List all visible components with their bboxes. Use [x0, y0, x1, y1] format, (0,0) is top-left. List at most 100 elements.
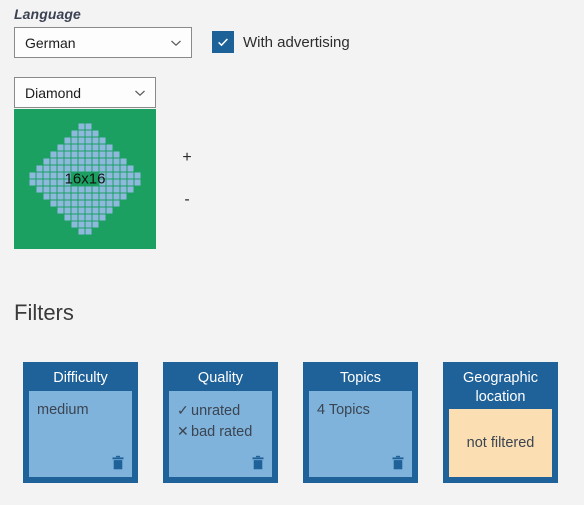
- pixel-cell[interactable]: [71, 207, 78, 214]
- pixel-cell[interactable]: [85, 221, 92, 228]
- pixel-cell[interactable]: [43, 214, 50, 221]
- pixel-cell[interactable]: [113, 179, 120, 186]
- pixel-cell[interactable]: [78, 207, 85, 214]
- pixel-cell[interactable]: [57, 137, 64, 144]
- pixel-cell[interactable]: [113, 144, 120, 151]
- pixel-cell[interactable]: [29, 200, 36, 207]
- pixel-cell[interactable]: [92, 214, 99, 221]
- pixel-cell[interactable]: [99, 130, 106, 137]
- pixel-cell[interactable]: [120, 200, 127, 207]
- pixel-cell[interactable]: [43, 172, 50, 179]
- pixel-cell[interactable]: [127, 137, 134, 144]
- pixel-cell[interactable]: [29, 179, 36, 186]
- pixel-cell[interactable]: [78, 186, 85, 193]
- pixel-cell[interactable]: [64, 186, 71, 193]
- pixel-cell[interactable]: [127, 186, 134, 193]
- pixel-cell[interactable]: [57, 193, 64, 200]
- pixel-cell[interactable]: [36, 165, 43, 172]
- pixel-cell[interactable]: [99, 186, 106, 193]
- pixel-cell[interactable]: [43, 130, 50, 137]
- trash-icon[interactable]: [111, 455, 125, 471]
- pixel-cell[interactable]: [85, 151, 92, 158]
- pixel-cell[interactable]: [43, 186, 50, 193]
- zoom-out-button[interactable]: -: [179, 192, 195, 208]
- pixel-cell[interactable]: [106, 179, 113, 186]
- pixel-cell[interactable]: [134, 172, 141, 179]
- pixel-cell[interactable]: [127, 123, 134, 130]
- pixel-cell[interactable]: [99, 193, 106, 200]
- pixel-cell[interactable]: [85, 137, 92, 144]
- shape-preview[interactable]: 16x16: [14, 109, 156, 249]
- pixel-cell[interactable]: [57, 228, 64, 235]
- pixel-cell[interactable]: [29, 130, 36, 137]
- pixel-cell[interactable]: [134, 158, 141, 165]
- pixel-cell[interactable]: [29, 144, 36, 151]
- pixel-cell[interactable]: [113, 228, 120, 235]
- pixel-cell[interactable]: [113, 193, 120, 200]
- pixel-cell[interactable]: [78, 200, 85, 207]
- pixel-cell[interactable]: [120, 186, 127, 193]
- pixel-cell[interactable]: [36, 207, 43, 214]
- pixel-cell[interactable]: [36, 179, 43, 186]
- pixel-cell[interactable]: [92, 151, 99, 158]
- pixel-cell[interactable]: [29, 221, 36, 228]
- pixel-cell[interactable]: [106, 151, 113, 158]
- pixel-cell[interactable]: [92, 179, 99, 186]
- pixel-cell[interactable]: [92, 172, 99, 179]
- pixel-cell[interactable]: [127, 151, 134, 158]
- pixel-cell[interactable]: [36, 172, 43, 179]
- pixel-cell[interactable]: [85, 158, 92, 165]
- pixel-cell[interactable]: [113, 186, 120, 193]
- pixel-cell[interactable]: [120, 123, 127, 130]
- pixel-cell[interactable]: [106, 172, 113, 179]
- pixel-cell[interactable]: [99, 179, 106, 186]
- pixel-cell[interactable]: [57, 144, 64, 151]
- pixel-cell[interactable]: [29, 137, 36, 144]
- pixel-cell[interactable]: [85, 172, 92, 179]
- pixel-cell[interactable]: [99, 172, 106, 179]
- pixel-cell[interactable]: [106, 207, 113, 214]
- filter-card[interactable]: Geographic location not filtered: [443, 362, 558, 483]
- pixel-cell[interactable]: [29, 193, 36, 200]
- pixel-cell[interactable]: [64, 144, 71, 151]
- pixel-cell[interactable]: [29, 214, 36, 221]
- pixel-cell[interactable]: [120, 130, 127, 137]
- pixel-cell[interactable]: [64, 193, 71, 200]
- filter-card-body[interactable]: ✓ unrated ✕ bad rated: [169, 391, 272, 477]
- pixel-cell[interactable]: [43, 228, 50, 235]
- pixel-cell[interactable]: [36, 228, 43, 235]
- pixel-cell[interactable]: [85, 228, 92, 235]
- pixel-cell[interactable]: [50, 151, 57, 158]
- pixel-cell[interactable]: [50, 214, 57, 221]
- pixel-cell[interactable]: [57, 214, 64, 221]
- pixel-cell[interactable]: [134, 193, 141, 200]
- pixel-cell[interactable]: [64, 221, 71, 228]
- pixel-cell[interactable]: [120, 172, 127, 179]
- pixel-cell[interactable]: [134, 165, 141, 172]
- pixel-cell[interactable]: [92, 228, 99, 235]
- pixel-cell[interactable]: [64, 228, 71, 235]
- with-advertising-checkbox-row[interactable]: With advertising: [212, 31, 350, 53]
- pixel-cell[interactable]: [29, 151, 36, 158]
- filter-card[interactable]: Difficulty medium: [23, 362, 138, 483]
- pixel-cell[interactable]: [120, 207, 127, 214]
- pixel-cell[interactable]: [50, 158, 57, 165]
- pixel-cell[interactable]: [64, 158, 71, 165]
- pixel-cell[interactable]: [99, 200, 106, 207]
- pixel-cell[interactable]: [29, 165, 36, 172]
- pixel-cell[interactable]: [71, 200, 78, 207]
- pixel-cell[interactable]: [106, 123, 113, 130]
- pixel-cell[interactable]: [36, 158, 43, 165]
- pixel-cell[interactable]: [99, 137, 106, 144]
- pixel-cell[interactable]: [50, 200, 57, 207]
- pixel-cell[interactable]: [99, 207, 106, 214]
- pixel-cell[interactable]: [85, 207, 92, 214]
- pixel-cell[interactable]: [127, 200, 134, 207]
- pixel-cell[interactable]: [57, 172, 64, 179]
- pixel-cell[interactable]: [134, 207, 141, 214]
- pixel-cell[interactable]: [113, 130, 120, 137]
- pixel-cell[interactable]: [92, 186, 99, 193]
- pixel-cell[interactable]: [99, 123, 106, 130]
- pixel-cell[interactable]: [57, 200, 64, 207]
- pixel-cell[interactable]: [78, 214, 85, 221]
